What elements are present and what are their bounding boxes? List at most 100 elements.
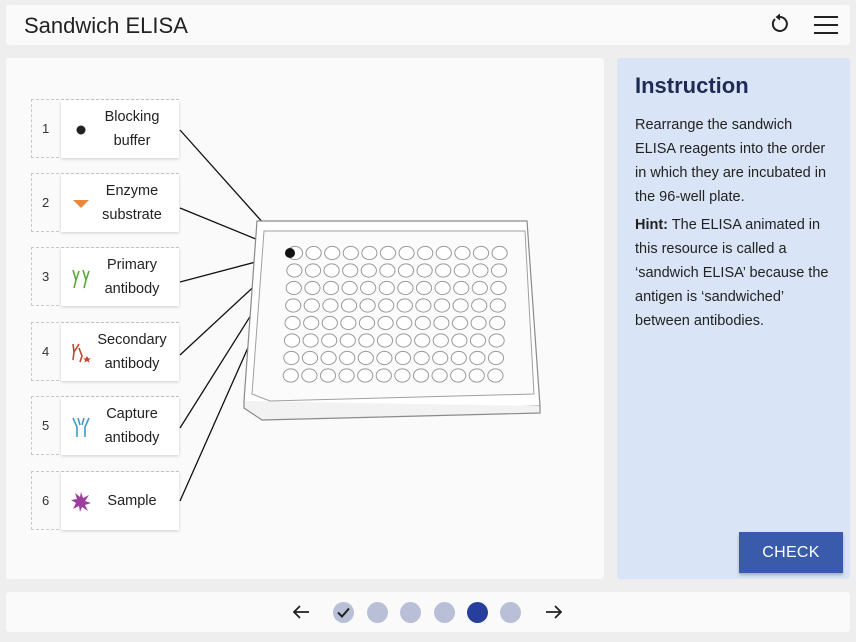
well xyxy=(357,368,374,383)
reagent-card-secondary-antibody[interactable]: Secondary antibody xyxy=(61,323,179,381)
well xyxy=(378,280,395,296)
reset-icon[interactable] xyxy=(769,13,791,40)
well xyxy=(342,263,359,278)
well xyxy=(489,298,506,313)
step-dot-4[interactable] xyxy=(434,602,455,623)
slot-2[interactable]: 2 Enzyme substrate xyxy=(31,173,179,232)
well xyxy=(454,245,471,261)
well xyxy=(286,263,303,278)
well xyxy=(394,368,411,383)
slot-number: 6 xyxy=(42,493,50,508)
hint-label: Hint: xyxy=(635,217,669,233)
well xyxy=(432,350,449,366)
well xyxy=(302,333,319,348)
step-dot-2[interactable] xyxy=(367,602,388,623)
reagent-card-capture-antibody[interactable]: Capture antibody xyxy=(61,397,179,455)
well xyxy=(396,298,413,313)
well xyxy=(488,333,505,348)
well xyxy=(376,333,394,348)
well xyxy=(319,368,337,383)
well xyxy=(472,263,489,278)
reagent-card-blocking-buffer[interactable]: Blocking buffer xyxy=(61,100,179,158)
well xyxy=(301,350,319,366)
well xyxy=(359,298,376,313)
step-dot-5-current[interactable] xyxy=(467,602,488,623)
well xyxy=(320,350,337,366)
reagent-label: Primary antibody xyxy=(104,257,160,297)
step-dot-1[interactable] xyxy=(333,602,354,623)
well xyxy=(434,280,451,296)
well xyxy=(338,368,355,383)
slot-6[interactable]: 6 Sample xyxy=(31,471,179,530)
app-title: Sandwich ELISA xyxy=(24,13,188,38)
well xyxy=(358,315,376,331)
well xyxy=(376,350,393,366)
well xyxy=(433,315,450,331)
reagent-label: Blocking buffer xyxy=(104,109,160,149)
well xyxy=(412,368,430,383)
well xyxy=(322,298,339,313)
well xyxy=(490,280,507,296)
well xyxy=(491,245,508,261)
hint-text: Hint: The ELISA animated in this resourc… xyxy=(635,213,835,333)
well xyxy=(340,298,358,313)
instruction-title: Instruction xyxy=(635,73,749,98)
reagent-label: Capture antibody xyxy=(104,406,160,446)
well xyxy=(469,350,486,366)
instruction-panel: Instruction Rearrange the sandwich ELISA… xyxy=(617,58,850,579)
well xyxy=(453,263,470,278)
well xyxy=(433,298,451,313)
reagent-label: Enzyme substrate xyxy=(102,183,162,223)
well xyxy=(487,368,504,383)
secondary-antibody-icon xyxy=(72,343,91,363)
well xyxy=(304,263,322,278)
well xyxy=(340,315,357,331)
reagent-card-enzyme-substrate[interactable]: Enzyme substrate xyxy=(61,174,179,232)
well xyxy=(339,350,356,366)
well xyxy=(304,280,321,296)
well xyxy=(471,298,488,313)
reagent-label: Sample xyxy=(107,493,157,509)
hamburger-menu-icon[interactable] xyxy=(814,15,838,40)
slot-5[interactable]: 5 Capture antibody xyxy=(31,396,179,455)
header-bar: Sandwich ELISA xyxy=(6,5,850,45)
step-dot-6[interactable] xyxy=(500,602,521,623)
well xyxy=(339,333,356,348)
well xyxy=(303,315,320,331)
well xyxy=(283,333,301,348)
well xyxy=(397,263,415,278)
well xyxy=(472,245,490,261)
well xyxy=(468,368,485,383)
well xyxy=(360,280,377,296)
well xyxy=(303,298,320,313)
well xyxy=(432,333,449,348)
well xyxy=(285,298,302,313)
arrow-left-icon[interactable] xyxy=(292,603,310,626)
well xyxy=(379,263,396,278)
slot-3[interactable]: 3 Primary antibody xyxy=(31,247,179,306)
primary-antibody-icon xyxy=(72,269,90,289)
slot-number: 3 xyxy=(42,269,50,284)
well xyxy=(414,333,431,348)
well xyxy=(451,333,468,348)
arrow-right-icon[interactable] xyxy=(545,603,563,626)
well xyxy=(398,245,415,261)
slot-number: 1 xyxy=(42,121,50,136)
well xyxy=(471,280,488,296)
check-button[interactable]: CHECK xyxy=(739,532,843,573)
well xyxy=(360,263,377,278)
instruction-text: Rearrange the sandwich ELISA reagents in… xyxy=(635,117,827,205)
sample-star-icon xyxy=(71,492,91,512)
well xyxy=(379,245,397,261)
reagent-card-sample[interactable]: Sample xyxy=(61,472,179,530)
step-dot-3[interactable] xyxy=(400,602,421,623)
reagent-card-primary-antibody[interactable]: Primary antibody xyxy=(61,248,179,306)
well xyxy=(324,245,341,261)
well xyxy=(413,350,430,366)
well xyxy=(417,245,434,261)
well xyxy=(431,368,448,383)
slot-1[interactable]: 1 Blocking buffer xyxy=(31,99,179,158)
well xyxy=(282,368,299,383)
slot-4[interactable]: 4 Secondary antibody xyxy=(31,322,179,381)
well xyxy=(489,315,506,331)
